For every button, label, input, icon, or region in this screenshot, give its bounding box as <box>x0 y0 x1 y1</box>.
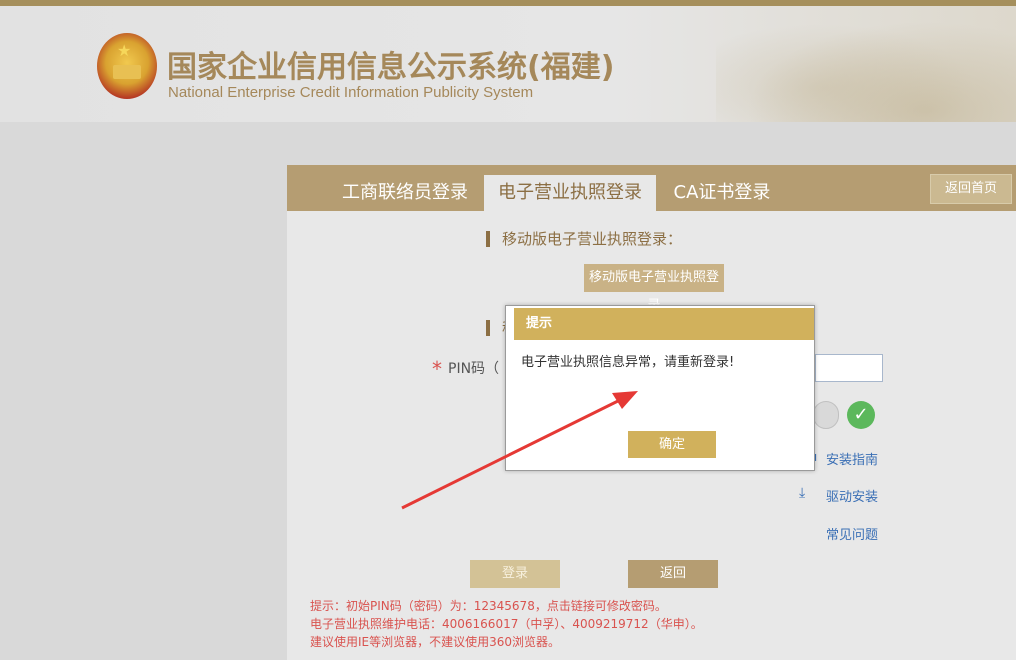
tab-liaison-login[interactable]: 工商联络员登录 <box>335 175 475 211</box>
back-home-button[interactable]: 返回首页 <box>930 174 1012 204</box>
back-button[interactable]: 返回 <box>628 560 718 588</box>
star-icon: ★ <box>117 41 132 60</box>
install-guide-link[interactable]: 安装指南 <box>826 449 878 468</box>
check-icon: ✓ <box>847 401 875 429</box>
tab-ca-cert-login[interactable]: CA证书登录 <box>667 175 777 211</box>
gate-shape <box>113 65 141 79</box>
required-star-icon: * <box>432 357 442 381</box>
driver-install-link[interactable]: 驱动安装 <box>826 486 878 505</box>
alert-dialog: 提示 电子营业执照信息异常，请重新登录! 确定 <box>505 305 815 471</box>
notes-block: 提示：初始PIN码（密码）为：12345678，点击链接可修改密码。 电子营业执… <box>310 597 703 651</box>
dialog-title: 提示 <box>514 308 814 340</box>
toggle-switch[interactable] <box>813 401 839 429</box>
tab-bar: 工商联络员登录 电子营业执照登录 CA证书登录 返回首页 <box>287 165 1016 211</box>
national-emblem-icon: ★ <box>97 33 157 99</box>
note-line: 电子营业执照维护电话：4006166017（中孚）、4009219712（华申）… <box>310 617 703 631</box>
note-line: 提示：初始PIN码（密码）为：12345678，点击链接可修改密码。 <box>310 599 667 613</box>
faq-link[interactable]: 常见问题 <box>826 524 878 543</box>
login-button[interactable]: 登录 <box>470 560 560 588</box>
pin-input[interactable] <box>815 354 883 382</box>
pin-label-text: PIN码（ <box>448 361 500 377</box>
site-header: ★ 国家企业信用信息公示系统(福建) National Enterprise C… <box>0 6 1016 122</box>
dialog-ok-button[interactable]: 确定 <box>628 431 716 458</box>
mountain-decoration <box>716 6 1016 122</box>
mobile-e-license-login-button[interactable]: 移动版电子营业执照登录 <box>584 264 724 313</box>
site-title-cn: 国家企业信用信息公示系统(福建) <box>167 50 615 85</box>
download-icon: ⤓ <box>799 485 806 501</box>
mobile-section-title: 移动版电子营业执照登录： <box>486 231 682 247</box>
note-line: 建议使用IE等浏览器，不建议使用360浏览器。 <box>310 635 561 649</box>
pin-label: * PIN码（ <box>432 357 499 381</box>
site-title-en: National Enterprise Credit Information P… <box>168 84 534 101</box>
dialog-message: 电子营业执照信息异常，请重新登录! <box>521 355 735 370</box>
tab-e-license-login[interactable]: 电子营业执照登录 <box>484 175 656 211</box>
